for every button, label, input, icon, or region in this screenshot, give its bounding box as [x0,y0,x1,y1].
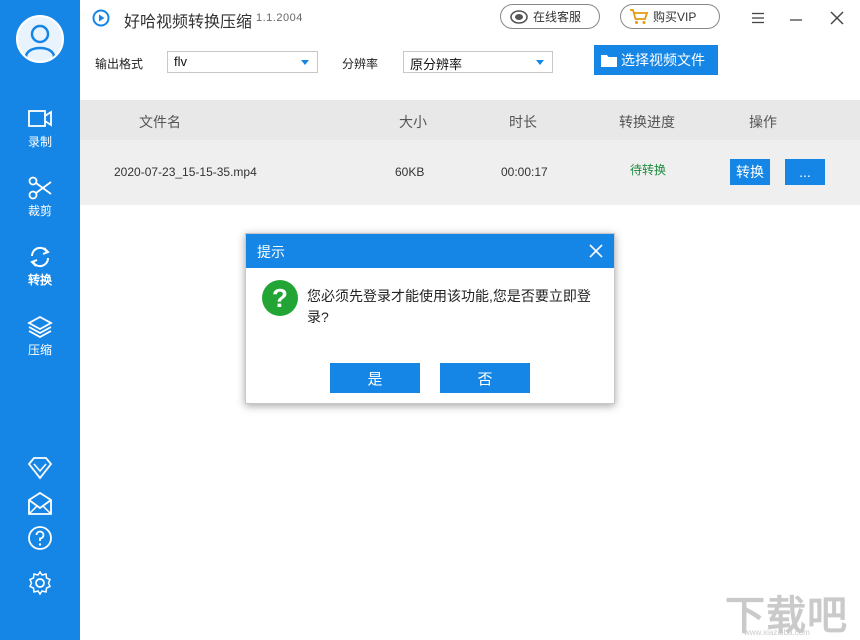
avatar[interactable] [16,15,64,63]
help-icon[interactable] [27,525,53,551]
dialog-title: 提示 [257,244,285,260]
online-service-label: 在线客服 [533,10,582,24]
column-header-progress: 转换进度 [619,114,675,130]
dialog-message: 您必须先登录才能使用该功能,您是否要立即登录? [307,288,591,325]
file-size-cell: 60KB [395,165,425,179]
login-prompt-dialog: 提示 ? 您必须先登录才能使用该功能,您是否要立即登录? 是 否 [245,233,615,404]
watermark: 下载吧 www.xiazaiba.com [722,583,856,639]
close-icon [830,11,844,25]
yes-button[interactable]: 是 [330,363,420,393]
resolution-label: 分辨率 [342,57,379,71]
scissors-icon [28,176,52,200]
column-header-actions: 操作 [749,114,777,130]
app-title: 好哈视频转换压缩 [124,14,253,31]
video-camera-icon [28,110,52,127]
folder-icon [601,55,617,67]
sidebar: 录制 裁剪 转换 压缩 [0,0,80,640]
choose-video-file-button[interactable]: 选择视频文件 [594,45,718,75]
app-version: 1.1.2004 [256,12,303,24]
more-options-button[interactable]: ... [785,159,825,185]
sidebar-item-label: 录制 [27,135,52,149]
column-header-size: 大小 [399,114,427,130]
cart-icon [630,9,649,24]
sidebar-item-label: 裁剪 [27,204,52,218]
question-icon: ? [262,280,298,316]
no-button[interactable]: 否 [440,363,530,393]
close-icon[interactable] [588,243,604,259]
column-header-duration: 时长 [509,114,537,130]
menu-button[interactable] [746,6,770,30]
sidebar-item-compress[interactable]: 压缩 [0,314,80,374]
mail-icon[interactable] [27,490,53,516]
resolution-select[interactable]: 原分辨率 [403,51,553,73]
title-bar: 好哈视频转换压缩 1.1.2004 在线客服 购买VIP [80,0,860,36]
buy-vip-label: 购买VIP [653,10,697,24]
choose-video-file-label: 选择视频文件 [621,52,705,68]
output-format-select[interactable]: flv [167,51,318,73]
convert-button[interactable]: 转换 [730,159,770,185]
minimize-icon [790,19,802,21]
user-icon [24,24,56,58]
output-format-label: 输出格式 [95,57,144,71]
headset-icon [510,9,528,24]
resolution-value: 原分辨率 [410,57,463,72]
sidebar-item-label: 压缩 [27,343,52,357]
online-service-button[interactable]: 在线客服 [500,4,600,29]
close-button[interactable] [825,6,849,30]
watermark-url: www.xiazaiba.com [744,628,810,637]
sidebar-item-convert[interactable]: 转换 [0,244,80,304]
sidebar-item-label: 转换 [27,273,52,287]
output-format-value: flv [174,54,187,69]
file-name-cell: 2020-07-23_15-15-35.mp4 [114,165,257,179]
buy-vip-button[interactable]: 购买VIP [620,4,720,29]
gear-icon[interactable] [27,570,53,596]
sidebar-item-record[interactable]: 录制 [0,106,80,166]
layers-icon [27,315,53,339]
diamond-icon[interactable] [27,455,53,481]
chevron-down-icon [536,60,544,65]
chevron-down-icon [301,60,309,65]
minimize-button[interactable] [784,6,808,30]
column-header-filename: 文件名 [139,114,181,130]
duration-cell: 00:00:17 [501,165,548,179]
status-badge: 待转换 [630,163,667,177]
table-header: 文件名 大小 时长 转换进度 操作 [80,100,860,140]
sidebar-item-crop[interactable]: 裁剪 [0,175,80,235]
table-row[interactable]: 2020-07-23_15-15-35.mp4 60KB 00:00:17 待转… [80,140,860,205]
refresh-icon [30,246,50,268]
dialog-header: 提示 [246,234,614,268]
app-logo-icon [92,9,110,27]
menu-icon [752,12,764,24]
